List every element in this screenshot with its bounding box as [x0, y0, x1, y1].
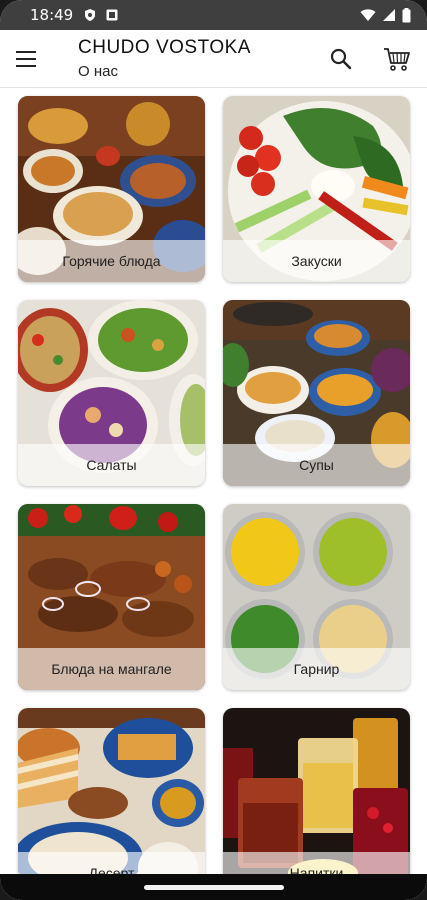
battery-icon [402, 7, 411, 22]
category-label: Гарнир [293, 661, 340, 677]
category-card-soups[interactable]: Супы [223, 300, 410, 486]
category-card-salads[interactable]: Салаты [18, 300, 205, 486]
wifi-icon [360, 9, 376, 21]
card-label-bar: Салаты [18, 444, 205, 486]
category-label: Супы [299, 457, 334, 473]
app-bar: CHUDO VOSTOKA О нас [0, 30, 427, 88]
card-label-bar: Закуски [223, 240, 410, 282]
signal-icon [383, 9, 395, 21]
card-label-bar: Блюда на мангале [18, 648, 205, 690]
cart-icon[interactable] [382, 44, 412, 74]
card-label-bar: Супы [223, 444, 410, 486]
menu-icon[interactable] [16, 44, 46, 74]
category-label: Салаты [86, 457, 137, 473]
card-label-bar: Гарнир [223, 648, 410, 690]
category-card-grill[interactable]: Блюда на мангале [18, 504, 205, 690]
app-screen: 18:49 CHUDO VOSTOKA О нас Горячие блюда … [0, 0, 427, 900]
category-card-hot-dishes[interactable]: Горячие блюда [18, 96, 205, 282]
notification-icon [106, 9, 118, 21]
home-gesture-bar[interactable] [143, 884, 284, 890]
category-label: Закуски [291, 253, 342, 269]
category-label: Горячие блюда [62, 253, 161, 269]
navigation-bar [0, 874, 427, 900]
shield-icon [85, 9, 96, 21]
category-card-drinks[interactable]: Напитки [223, 708, 410, 894]
about-link[interactable]: О нас [78, 63, 251, 80]
app-title: CHUDO VOSTOKA [78, 36, 251, 58]
category-card-desserts[interactable]: Десерт [18, 708, 205, 894]
category-grid: Горячие блюда Закуски Салаты Супы Блюда … [18, 96, 410, 894]
status-bar: 18:49 [0, 0, 427, 30]
category-card-sides[interactable]: Гарнир [223, 504, 410, 690]
status-time: 18:49 [30, 6, 74, 24]
card-label-bar: Горячие блюда [18, 240, 205, 282]
app-bar-titles: CHUDO VOSTOKA О нас [78, 37, 251, 80]
search-icon[interactable] [328, 46, 354, 72]
category-card-appetizers[interactable]: Закуски [223, 96, 410, 282]
category-label: Блюда на мангале [51, 661, 172, 677]
